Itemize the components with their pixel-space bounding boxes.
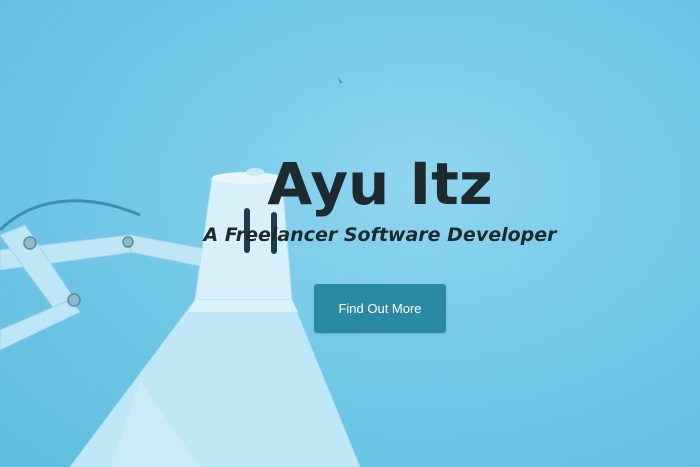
hero-subtitle: A Freelancer Software Developer [203,224,557,246]
hero-title: Ayu Itz [267,150,493,218]
find-out-more-button[interactable]: Find Out More [314,284,446,333]
hero-section: Ayu Itz A Freelancer Software Developer … [0,0,700,467]
hero-content: Ayu Itz A Freelancer Software Developer … [0,150,700,333]
